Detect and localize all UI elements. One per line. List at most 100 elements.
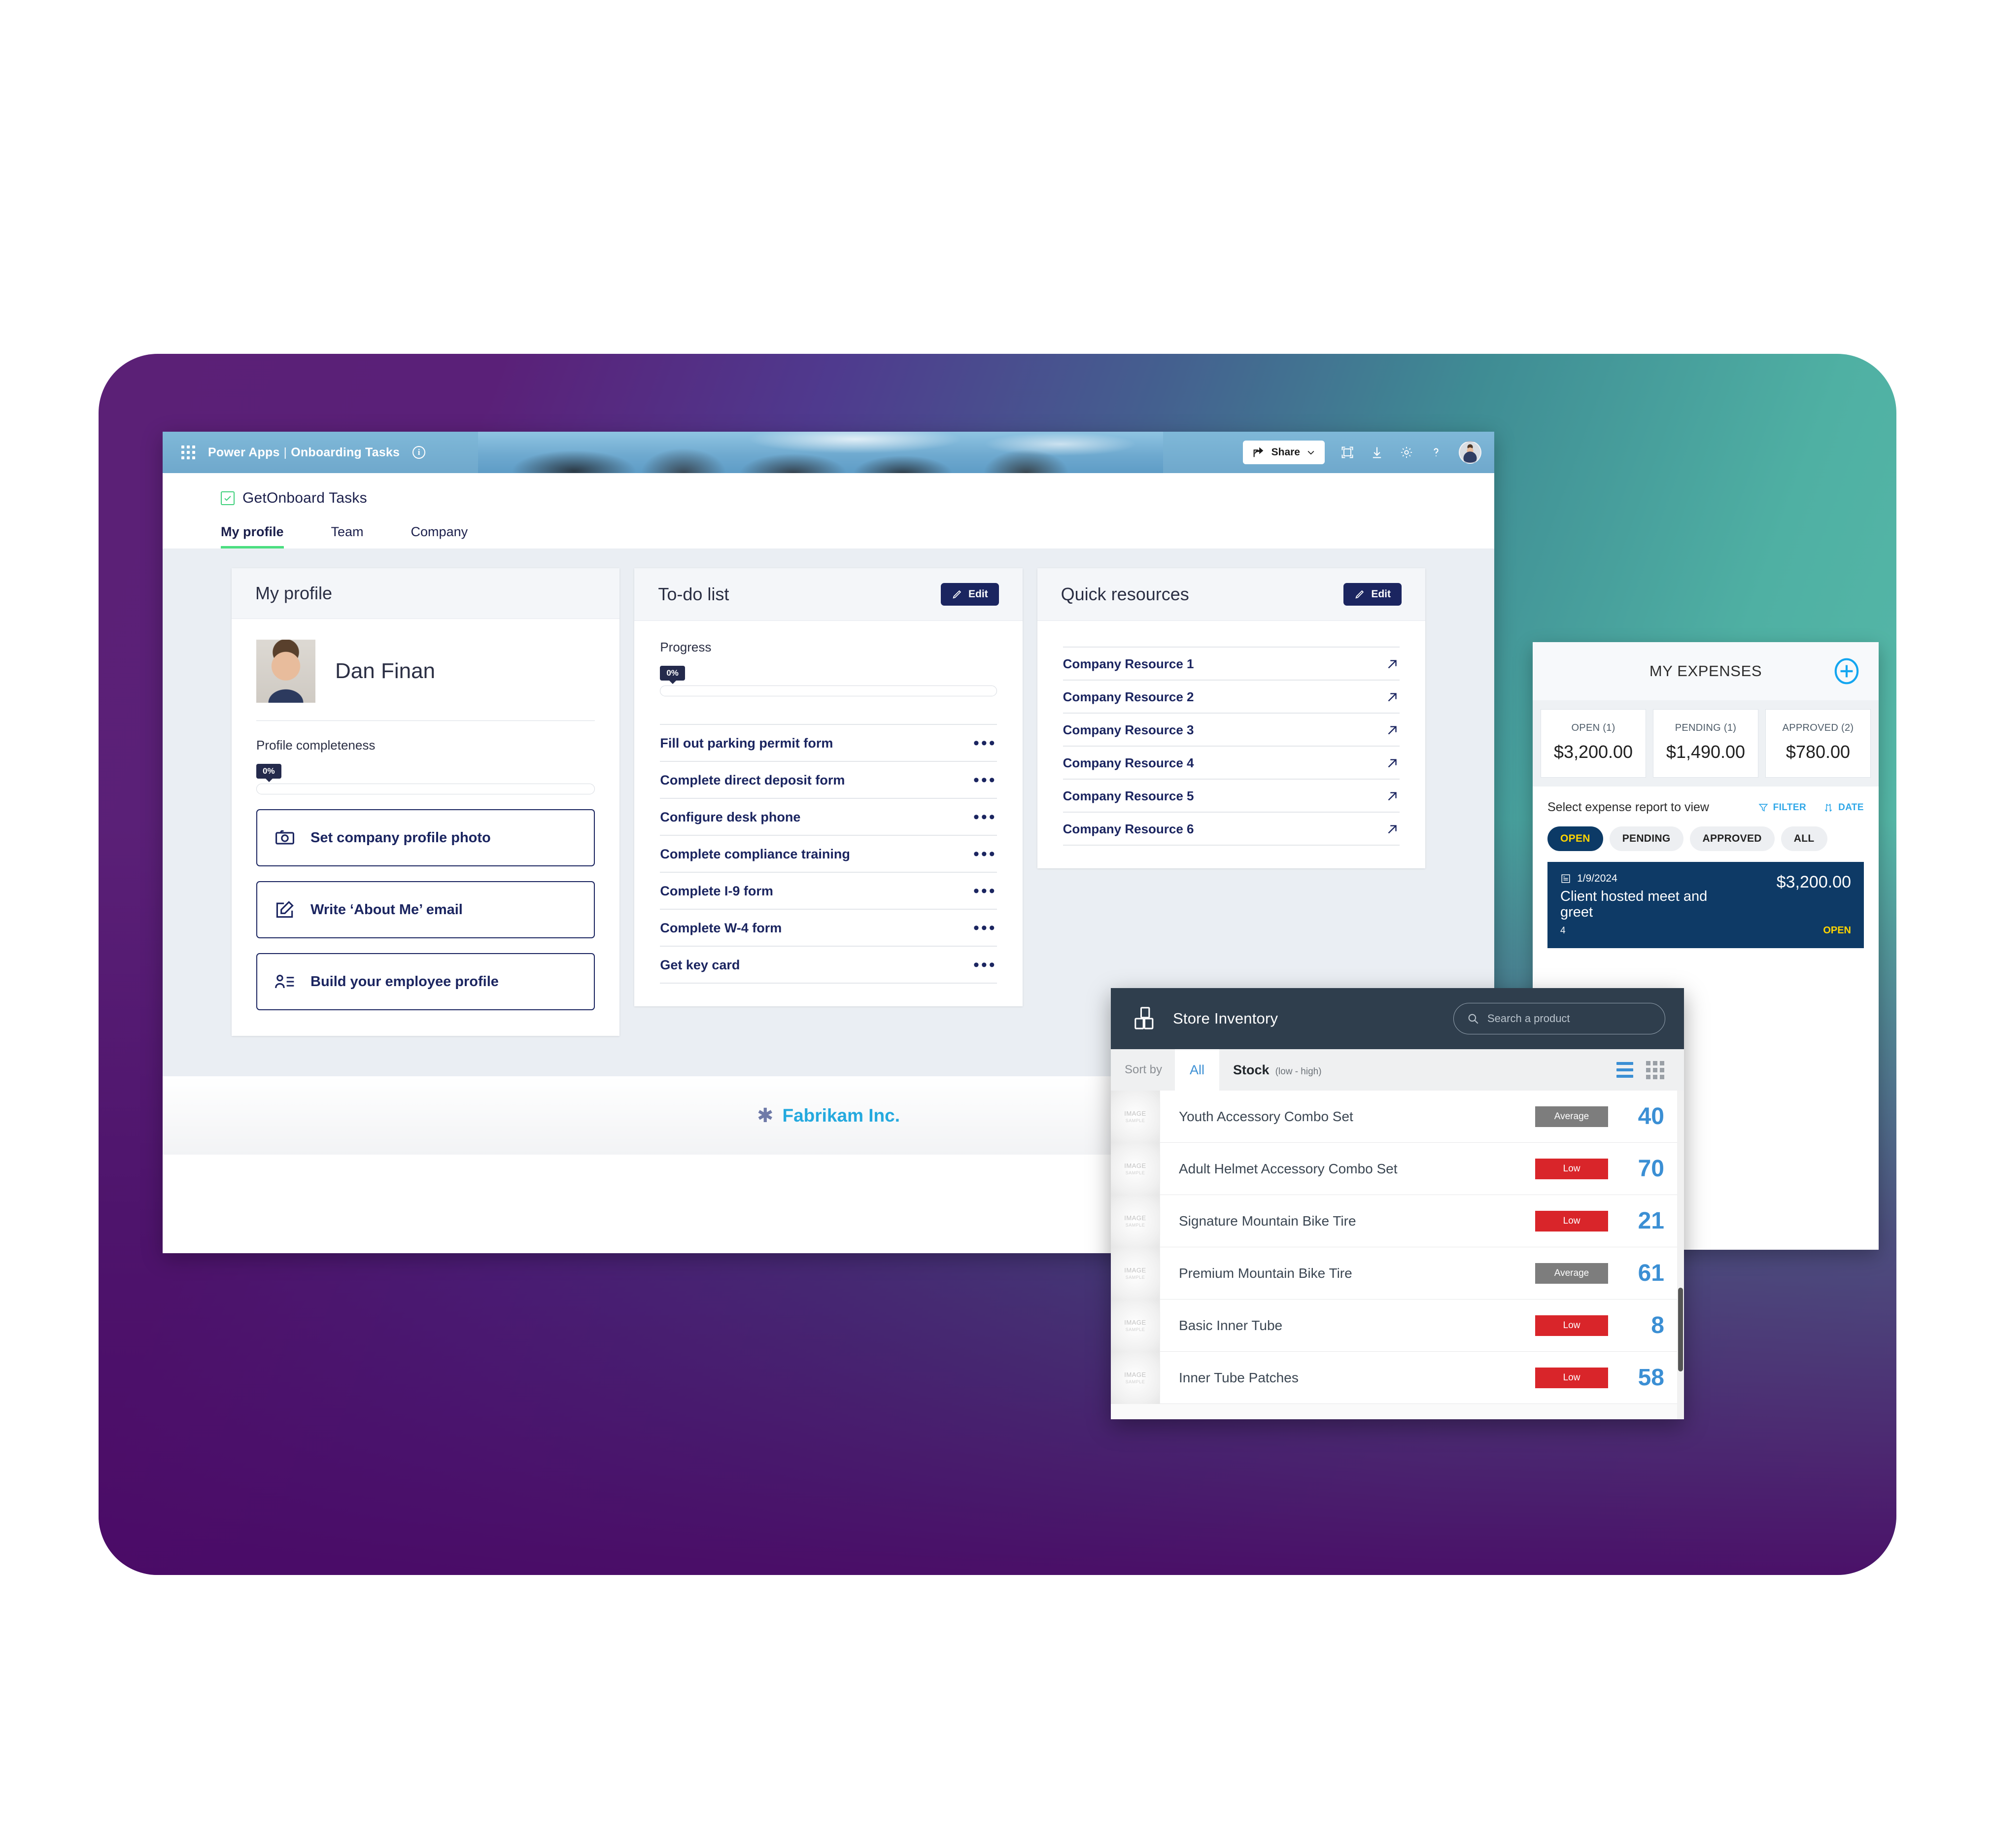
resources-edit-button[interactable]: Edit (1343, 583, 1402, 606)
todo-item[interactable]: Get key card ••• (660, 946, 997, 984)
product-quantity: 58 (1638, 1365, 1664, 1391)
list-view-icon[interactable] (1616, 1062, 1633, 1078)
tab-my-profile[interactable]: My profile (221, 524, 284, 550)
profile-photo (256, 640, 315, 703)
inventory-scrollbar[interactable] (1677, 1091, 1684, 1419)
tab-my-profile-label: My profile (221, 524, 284, 539)
app-banner: Power Apps | Onboarding Tasks i Share (163, 432, 1494, 473)
info-icon[interactable]: i (412, 446, 426, 459)
thumbnail-line-1: IMAGE (1124, 1162, 1146, 1169)
more-options-icon[interactable]: ••• (973, 809, 997, 825)
resource-item-label: Company Resource 6 (1063, 821, 1194, 836)
sort-direction-label: (low - high) (1275, 1066, 1322, 1077)
status-badge: Average (1535, 1106, 1608, 1127)
more-options-icon[interactable]: ••• (973, 772, 997, 788)
sort-tab-stock[interactable]: Stock (low - high) (1233, 1062, 1322, 1078)
quick-resources-title: Quick resources (1061, 584, 1189, 604)
grid-view-icon[interactable] (1646, 1061, 1664, 1079)
open-external-icon[interactable] (1385, 756, 1400, 771)
more-options-icon[interactable]: ••• (973, 883, 997, 899)
share-button[interactable]: Share (1242, 441, 1325, 464)
filter-button[interactable]: FILTER (1758, 802, 1806, 813)
fullscreen-icon[interactable] (1340, 445, 1354, 459)
product-name: Premium Mountain Bike Tire (1179, 1265, 1352, 1281)
todo-item[interactable]: Configure desk phone ••• (660, 798, 997, 835)
expense-summary-tile[interactable]: PENDING (1) $1,490.00 (1653, 709, 1758, 778)
write-about-me-email-button[interactable]: Write ‘About Me’ email (256, 881, 595, 938)
expense-chip-open[interactable]: OPEN (1547, 826, 1603, 851)
build-employee-profile-button[interactable]: Build your employee profile (256, 953, 595, 1010)
set-company-profile-photo-button[interactable]: Set company profile photo (256, 809, 595, 866)
tab-company[interactable]: Company (411, 524, 468, 548)
status-badge: Low (1535, 1367, 1608, 1388)
expense-tile-value: $1,490.00 (1666, 742, 1746, 762)
resource-item-label: Company Resource 3 (1063, 722, 1194, 737)
plus-circle-icon[interactable] (1831, 656, 1862, 686)
tab-team[interactable]: Team (331, 524, 364, 548)
table-row[interactable]: IMAGE SAMPLE Inner Tube Patches Low 58 (1111, 1351, 1684, 1404)
expense-tile-label: PENDING (1) (1675, 722, 1737, 733)
expense-chip-pending[interactable]: PENDING (1609, 826, 1683, 851)
download-icon[interactable] (1370, 445, 1384, 459)
thumbnail-line-1: IMAGE (1124, 1214, 1146, 1222)
boxes-icon (1133, 1005, 1160, 1032)
expense-item-status: OPEN (1823, 924, 1851, 936)
app-launcher-icon[interactable] (181, 445, 195, 459)
todo-list-card-header: To-do list Edit (634, 568, 1023, 621)
more-options-icon[interactable]: ••• (973, 957, 997, 973)
resource-item[interactable]: Company Resource 6 (1063, 812, 1400, 846)
quick-resources-list: Company Resource 1 Company Resource 2 Comp… (1063, 647, 1400, 846)
thumbnail-line-1: IMAGE (1124, 1266, 1146, 1274)
expense-tile-label: APPROVED (2) (1782, 722, 1854, 733)
more-options-icon[interactable]: ••• (973, 920, 997, 936)
more-options-icon[interactable]: ••• (973, 735, 997, 752)
write-about-me-email-label: Write ‘About Me’ email (310, 901, 463, 918)
help-icon[interactable] (1429, 445, 1443, 459)
expense-summary-tile[interactable]: APPROVED (2) $780.00 (1765, 709, 1871, 778)
resource-item[interactable]: Company Resource 5 (1063, 779, 1400, 812)
banner-title: Power Apps | Onboarding Tasks (208, 445, 400, 460)
resource-item[interactable]: Company Resource 4 (1063, 746, 1400, 779)
resource-item[interactable]: Company Resource 3 (1063, 713, 1400, 746)
todo-item[interactable]: Complete direct deposit form ••• (660, 761, 997, 798)
open-external-icon[interactable] (1385, 657, 1400, 672)
todo-items-list: Fill out parking permit form ••• Complete … (660, 724, 997, 984)
gear-icon[interactable] (1400, 445, 1413, 459)
expense-item-name: Client hosted meet and greet (1560, 889, 1708, 921)
resource-item[interactable]: Company Resource 2 (1063, 680, 1400, 713)
table-row[interactable]: IMAGE SAMPLE Basic Inner Tube Low 8 (1111, 1299, 1684, 1352)
expense-report-item[interactable]: 1/9/2024 Client hosted meet and greet 4 … (1547, 862, 1864, 948)
resource-item[interactable]: Company Resource 1 (1063, 647, 1400, 680)
table-row[interactable]: IMAGE SAMPLE Premium Mountain Bike Tire Ave… (1111, 1247, 1684, 1300)
sort-tab-all[interactable]: All (1175, 1049, 1220, 1091)
my-profile-card-header: My profile (232, 568, 620, 619)
open-external-icon[interactable] (1385, 723, 1400, 738)
share-icon (1252, 445, 1266, 459)
expense-chip-approved[interactable]: APPROVED (1689, 826, 1775, 851)
search-input[interactable]: Search a product (1453, 1003, 1665, 1034)
todo-item[interactable]: Fill out parking permit form ••• (660, 724, 997, 761)
product-thumbnail: IMAGE SAMPLE (1111, 1091, 1160, 1143)
open-external-icon[interactable] (1385, 789, 1400, 804)
avatar[interactable] (1459, 441, 1481, 464)
todo-item[interactable]: Complete compliance training ••• (660, 835, 997, 872)
more-options-icon[interactable]: ••• (973, 846, 997, 862)
expense-status-chips: OPEN PENDING APPROVED ALL (1533, 815, 1879, 851)
expense-select-row: Select expense report to view FILTER DAT… (1533, 787, 1879, 815)
table-row[interactable]: IMAGE SAMPLE Youth Accessory Combo Set Aver… (1111, 1091, 1684, 1143)
date-sort-button[interactable]: DATE (1823, 802, 1864, 813)
open-external-icon[interactable] (1385, 690, 1400, 705)
table-row[interactable]: IMAGE SAMPLE Signature Mountain Bike Tire L… (1111, 1195, 1684, 1247)
store-inventory-panel: Store Inventory Search a product Sort by… (1111, 988, 1684, 1419)
todo-edit-button[interactable]: Edit (940, 583, 999, 606)
product-thumbnail: IMAGE SAMPLE (1111, 1142, 1160, 1195)
todo-item[interactable]: Complete I-9 form ••• (660, 872, 997, 909)
open-external-icon[interactable] (1385, 822, 1400, 837)
expense-summary-tile[interactable]: OPEN (1) $3,200.00 (1541, 709, 1646, 778)
table-row[interactable]: IMAGE SAMPLE Adult Helmet Accessory Combo … (1111, 1142, 1684, 1195)
report-icon (1560, 873, 1571, 884)
expenses-header: MY EXPENSES (1533, 642, 1879, 700)
todo-item[interactable]: Complete W-4 form ••• (660, 909, 997, 946)
expense-chip-all[interactable]: ALL (1781, 826, 1827, 851)
search-placeholder: Search a product (1487, 1012, 1570, 1025)
